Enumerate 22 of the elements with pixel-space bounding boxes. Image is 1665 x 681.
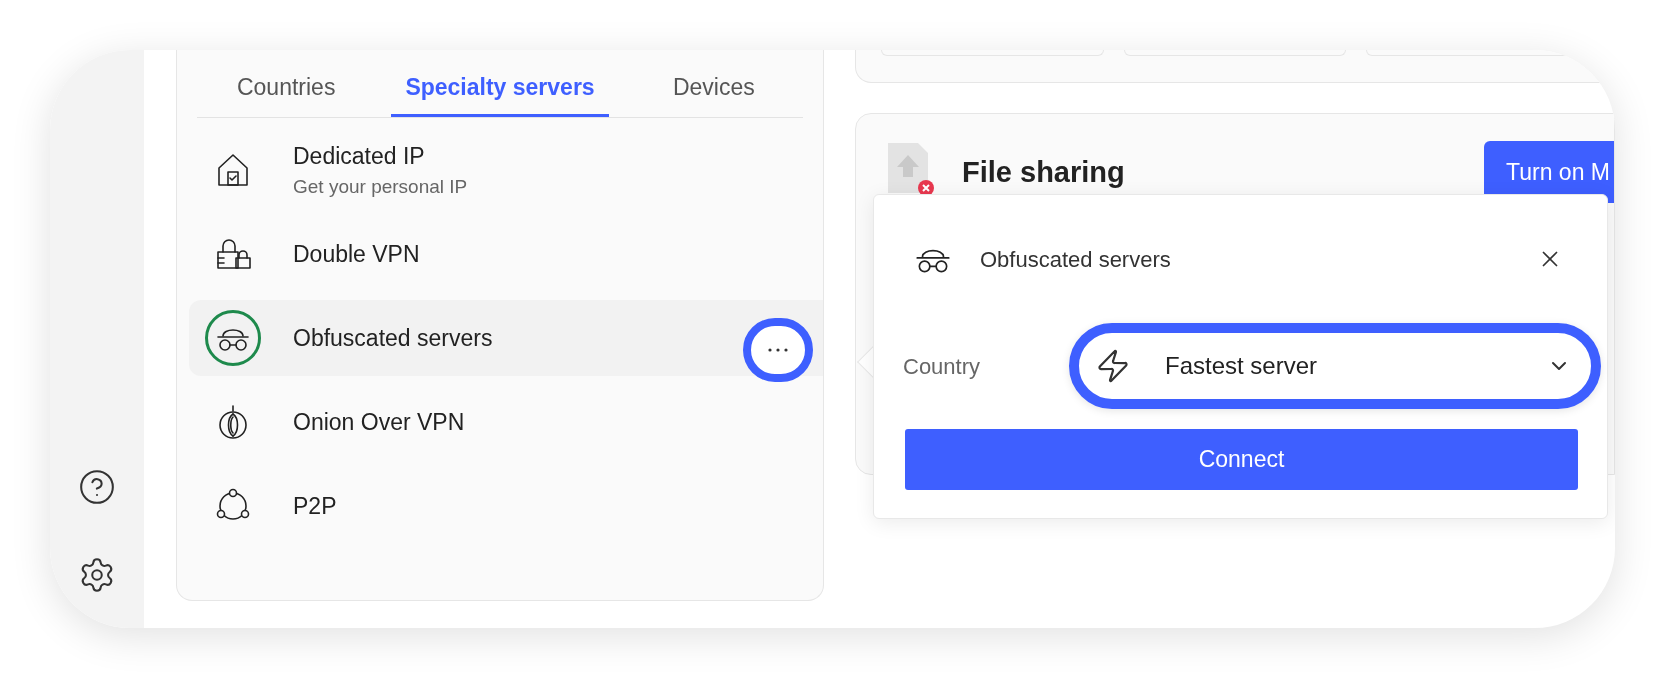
server-item[interactable]: Obfuscated servers xyxy=(189,300,823,376)
help-button[interactable] xyxy=(78,468,116,506)
tab[interactable]: Devices xyxy=(640,60,787,117)
connect-button[interactable]: Connect xyxy=(905,429,1578,490)
server-title: Obfuscated servers xyxy=(293,323,493,353)
server-title: Double VPN xyxy=(293,239,420,269)
country-select[interactable]: Fastest server xyxy=(1069,323,1601,409)
tab[interactable]: Countries xyxy=(213,60,360,117)
file-sharing-title: File sharing xyxy=(962,155,1125,190)
server-title: Dedicated IP xyxy=(293,141,426,171)
country-label: Country xyxy=(903,352,982,381)
help-icon xyxy=(78,468,116,506)
more-icon xyxy=(768,348,788,352)
server-item[interactable]: Onion Over VPN xyxy=(189,384,823,460)
popover-title: Obfuscated servers xyxy=(980,245,1171,274)
server-title: Onion Over VPN xyxy=(293,407,465,437)
server-subtitle: Get your personal IP xyxy=(293,175,468,199)
tab[interactable]: Specialty servers xyxy=(391,60,609,117)
server-title: P2P xyxy=(293,491,337,521)
server-item[interactable]: P2P xyxy=(189,468,823,544)
server-item[interactable]: Double VPN xyxy=(189,216,823,292)
server-item[interactable]: Dedicated IP Get your personal IP xyxy=(189,132,823,208)
